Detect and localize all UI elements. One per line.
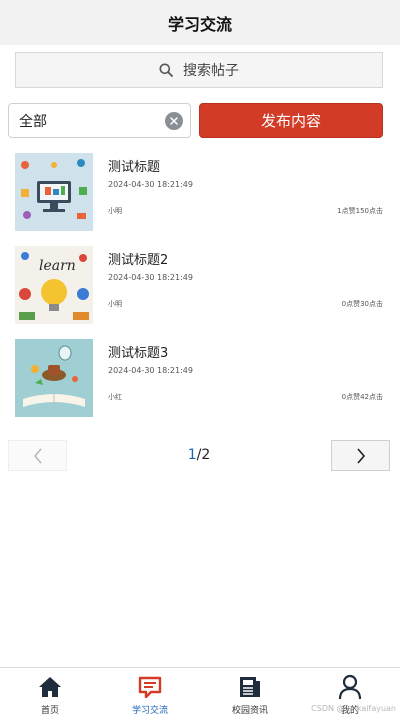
tab-mine[interactable]: 我的 [300,668,400,721]
tab-campus-news-label: 校园资讯 [231,706,268,716]
post-date: 2024-04-30 18:21:49 [108,273,193,282]
clear-icon[interactable] [165,112,183,130]
newspaper-icon [237,674,263,700]
page-title: 学习交流 [167,14,232,34]
post-thumbnail [15,339,93,417]
publish-button-label: 发布内容 [260,112,321,130]
post-item[interactable]: learn 测试标题2 2024-04-30 18:21:49 小明 0点赞30… [15,246,383,324]
watermark: CSDN @vx-kaifayuan [311,704,396,713]
post-author: 小明 [108,207,122,215]
category-select[interactable]: 全部 [8,103,191,138]
tab-study-exchange-label: 学习交流 [131,706,168,716]
chevron-right-icon [356,447,365,464]
category-select-value: 全部 [19,113,47,130]
publish-button[interactable]: 发布内容 [199,103,383,138]
post-date: 2024-04-30 18:21:49 [108,180,193,189]
post-title: 测试标题3 [108,346,169,361]
post-stats: 0点赞30点击 [341,300,383,308]
tab-campus-news[interactable]: 校园资讯 [200,668,300,721]
post-thumbnail: learn [15,246,93,324]
post-title: 测试标题2 [108,253,169,268]
search-posts-button[interactable]: 搜索帖子 [15,52,383,88]
post-title: 测试标题 [108,160,161,175]
home-icon [37,674,63,700]
post-author: 小明 [108,300,122,308]
tab-study-exchange[interactable]: 学习交流 [100,668,200,721]
post-item[interactable]: 测试标题3 2024-04-30 18:21:49 小红 0点赞42点击 [15,339,383,417]
post-date: 2024-04-30 18:21:49 [108,366,193,375]
post-thumbnail [15,153,93,231]
next-page-button[interactable] [331,440,390,471]
search-icon [159,63,173,77]
tab-home-label: 首页 [40,706,59,716]
total-pages: /2 [196,447,211,463]
chat-icon [137,674,163,700]
search-label: 搜索帖子 [183,63,239,79]
current-page: 1 [187,447,197,463]
post-item[interactable]: 测试标题 2024-04-30 18:21:49 小明 1点赞150点击 [15,153,383,231]
post-author: 小红 [108,393,122,401]
tab-home[interactable]: 首页 [0,668,100,721]
filter-row: 全部 发布内容 [8,103,383,138]
post-stats: 0点赞42点击 [341,393,383,401]
top-nav-bar: 学习交流 [0,0,400,45]
user-icon [337,674,363,700]
pagination: 1/2 [8,440,390,471]
post-stats: 1点赞150点击 [337,207,383,215]
svg-text:learn: learn [39,258,76,274]
